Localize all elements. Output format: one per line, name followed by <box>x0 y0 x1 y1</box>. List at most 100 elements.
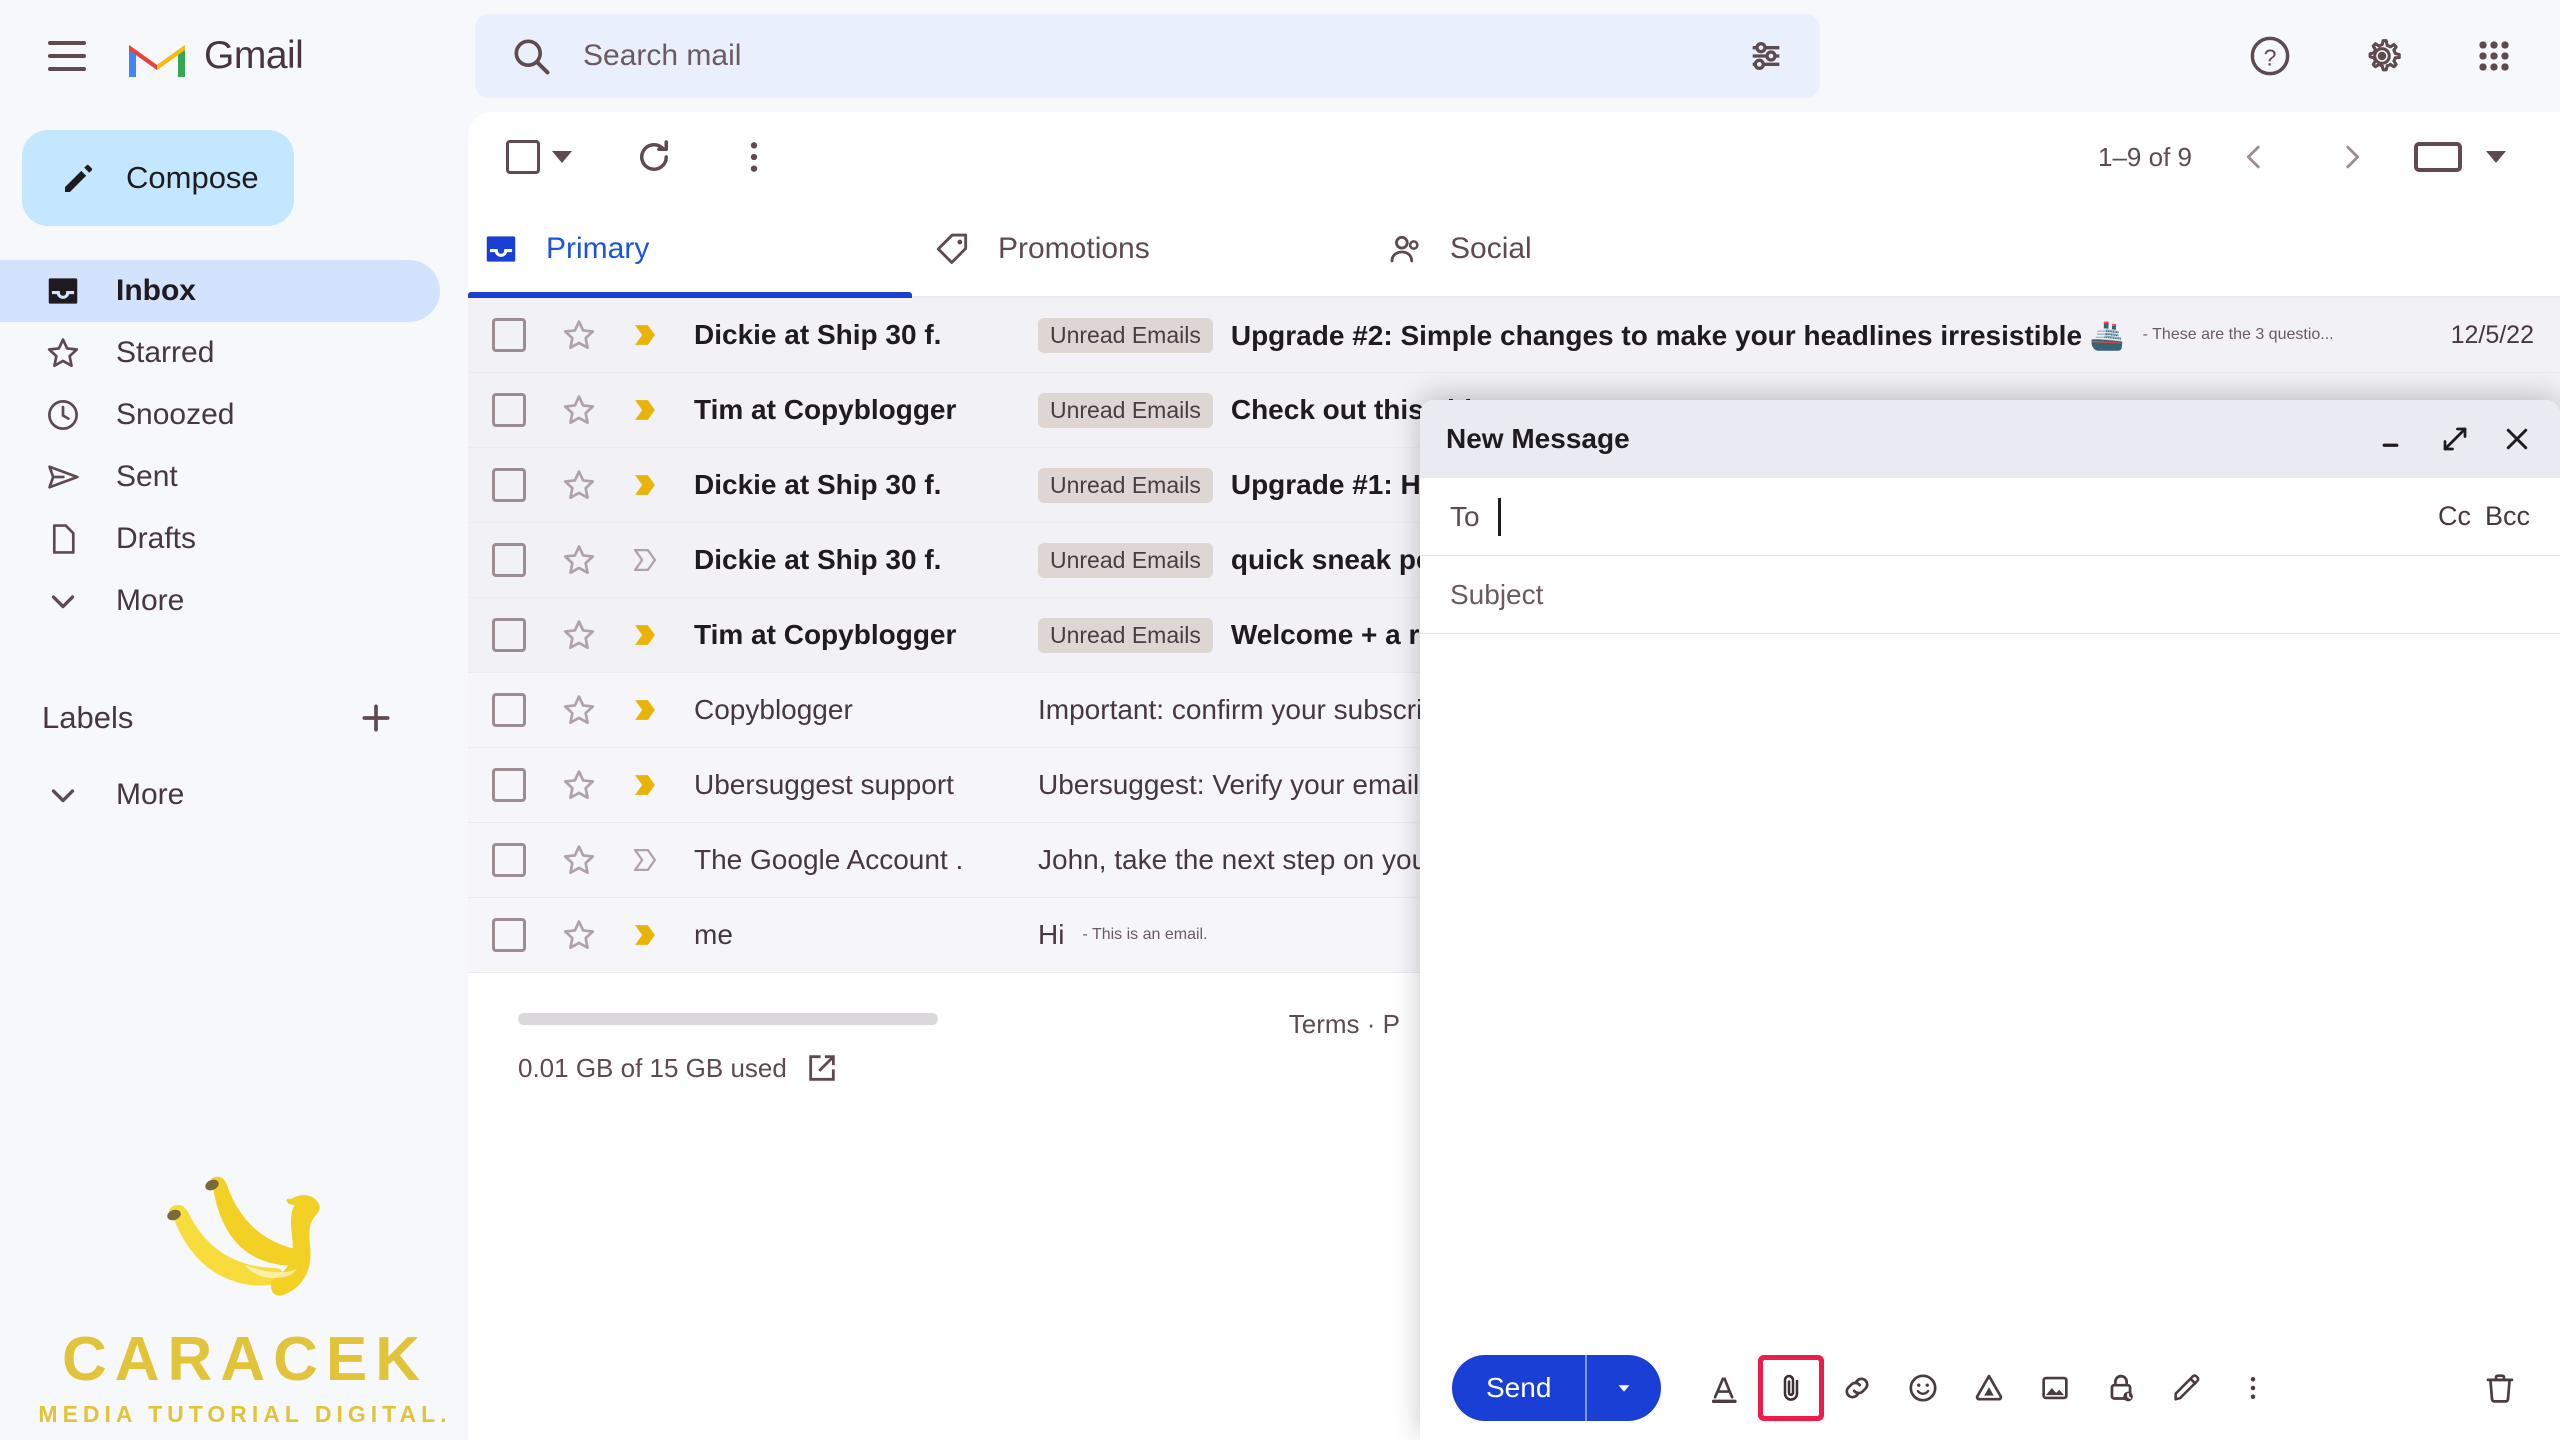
select-all-checkbox[interactable] <box>496 130 582 184</box>
search-bar[interactable] <box>475 14 1820 98</box>
close-icon[interactable] <box>2500 422 2534 456</box>
star-icon[interactable] <box>560 391 598 429</box>
formatting-icon[interactable] <box>1697 1360 1753 1416</box>
insert-link-icon[interactable] <box>1829 1360 1885 1416</box>
star-icon[interactable] <box>560 316 598 354</box>
brand-name: Gmail <box>204 34 304 77</box>
discard-draft-icon[interactable] <box>2472 1360 2528 1416</box>
important-toggle[interactable] <box>628 618 662 652</box>
star-toggle[interactable] <box>560 916 598 954</box>
important-toggle[interactable] <box>628 318 662 352</box>
tab-promotions[interactable]: Promotions <box>920 202 1372 296</box>
compose-body[interactable] <box>1420 634 2560 1336</box>
google-apps-icon[interactable] <box>2456 18 2532 94</box>
important-marker-icon[interactable] <box>628 918 662 952</box>
attach-file-icon[interactable] <box>1763 1360 1820 1416</box>
more-options-icon[interactable] <box>2225 1360 2281 1416</box>
star-icon[interactable] <box>560 691 598 729</box>
signature-icon[interactable] <box>2159 1360 2215 1416</box>
star-toggle[interactable] <box>560 466 598 504</box>
pencil-icon <box>65 164 93 192</box>
important-toggle[interactable] <box>628 693 662 727</box>
chevron-right-icon <box>2346 145 2360 169</box>
star-toggle[interactable] <box>560 766 598 804</box>
emoji-icon[interactable] <box>1895 1360 1951 1416</box>
minimize-icon[interactable] <box>2376 422 2410 456</box>
important-marker-icon[interactable] <box>628 393 662 427</box>
row-checkbox[interactable] <box>492 843 526 877</box>
insert-photo-icon[interactable] <box>2027 1360 2083 1416</box>
important-marker-icon[interactable] <box>628 693 662 727</box>
row-checkbox[interactable] <box>492 318 526 352</box>
star-toggle[interactable] <box>560 316 598 354</box>
more-options-button[interactable] <box>718 121 790 193</box>
row-checkbox[interactable] <box>492 543 526 577</box>
star-icon[interactable] <box>560 766 598 804</box>
send-options-icon[interactable] <box>1587 1377 1661 1399</box>
sidebar-item-sent[interactable]: Sent <box>0 446 440 508</box>
compose-button[interactable]: Compose <box>22 130 294 226</box>
row-checkbox[interactable] <box>492 918 526 952</box>
tab-social[interactable]: Social <box>1372 202 1824 296</box>
important-marker-icon[interactable] <box>628 618 662 652</box>
sidebar-item-snoozed[interactable]: Snoozed <box>0 384 440 446</box>
important-marker-icon[interactable] <box>628 843 662 877</box>
table-row[interactable]: Dickie at Ship 30 f. Unread Emails Upgrade… <box>468 298 2560 373</box>
important-toggle[interactable] <box>628 843 662 877</box>
labels-more-item[interactable]: More <box>0 764 440 826</box>
important-marker-icon[interactable] <box>628 768 662 802</box>
older-page-button[interactable] <box>2218 121 2290 193</box>
star-toggle[interactable] <box>560 691 598 729</box>
bcc-button[interactable]: Bcc <box>2485 501 2530 532</box>
important-toggle[interactable] <box>628 918 662 952</box>
settings-gear-icon[interactable] <box>2344 18 2420 94</box>
row-checkbox[interactable] <box>492 693 526 727</box>
sidebar-item-inbox[interactable]: Inbox <box>0 260 440 322</box>
row-checkbox[interactable] <box>492 393 526 427</box>
tab-primary[interactable]: Primary <box>468 202 920 298</box>
star-icon[interactable] <box>560 616 598 654</box>
star-toggle[interactable] <box>560 541 598 579</box>
important-marker-icon[interactable] <box>628 468 662 502</box>
compose-to-field[interactable]: To Cc Bcc <box>1420 478 2560 556</box>
add-label-icon[interactable] <box>356 698 396 738</box>
important-toggle[interactable] <box>628 543 662 577</box>
confidential-mode-icon[interactable] <box>2093 1360 2149 1416</box>
important-toggle[interactable] <box>628 468 662 502</box>
chevron-down-icon <box>552 151 572 163</box>
star-icon[interactable] <box>560 466 598 504</box>
star-icon[interactable] <box>560 916 598 954</box>
terms-link[interactable]: Terms · P <box>1289 1009 1400 1040</box>
send-button[interactable]: Send <box>1452 1355 1662 1421</box>
drive-icon[interactable] <box>1961 1360 2017 1416</box>
important-marker-icon[interactable] <box>628 318 662 352</box>
newer-page-button[interactable] <box>2316 121 2388 193</box>
sidebar-item-more[interactable]: More <box>0 570 440 632</box>
email-snippet: - These are the 3 questio... <box>2142 326 2334 343</box>
star-toggle[interactable] <box>560 841 598 879</box>
star-icon[interactable] <box>560 541 598 579</box>
main-menu-icon[interactable] <box>28 17 106 95</box>
compose-subject-field[interactable]: Subject <box>1420 556 2560 634</box>
row-checkbox[interactable] <box>492 468 526 502</box>
star-icon[interactable] <box>560 841 598 879</box>
search-options-icon[interactable] <box>1746 36 1786 76</box>
important-marker-icon[interactable] <box>628 543 662 577</box>
star-toggle[interactable] <box>560 391 598 429</box>
expand-icon[interactable] <box>2438 422 2472 456</box>
refresh-button[interactable] <box>618 121 690 193</box>
support-icon[interactable]: ? <box>2232 18 2308 94</box>
sidebar-item-label: Drafts <box>116 522 197 555</box>
row-checkbox[interactable] <box>492 618 526 652</box>
sidebar-item-drafts[interactable]: Drafts <box>0 508 440 570</box>
sidebar-item-starred[interactable]: Starred <box>0 322 440 384</box>
cc-button[interactable]: Cc <box>2438 501 2471 532</box>
open-in-new-icon[interactable] <box>805 1051 839 1085</box>
row-checkbox[interactable] <box>492 768 526 802</box>
input-tools-button[interactable] <box>2414 121 2506 193</box>
search-input[interactable] <box>583 39 1746 73</box>
gmail-app: Gmail ? <box>0 0 2560 1440</box>
important-toggle[interactable] <box>628 393 662 427</box>
star-toggle[interactable] <box>560 616 598 654</box>
important-toggle[interactable] <box>628 768 662 802</box>
